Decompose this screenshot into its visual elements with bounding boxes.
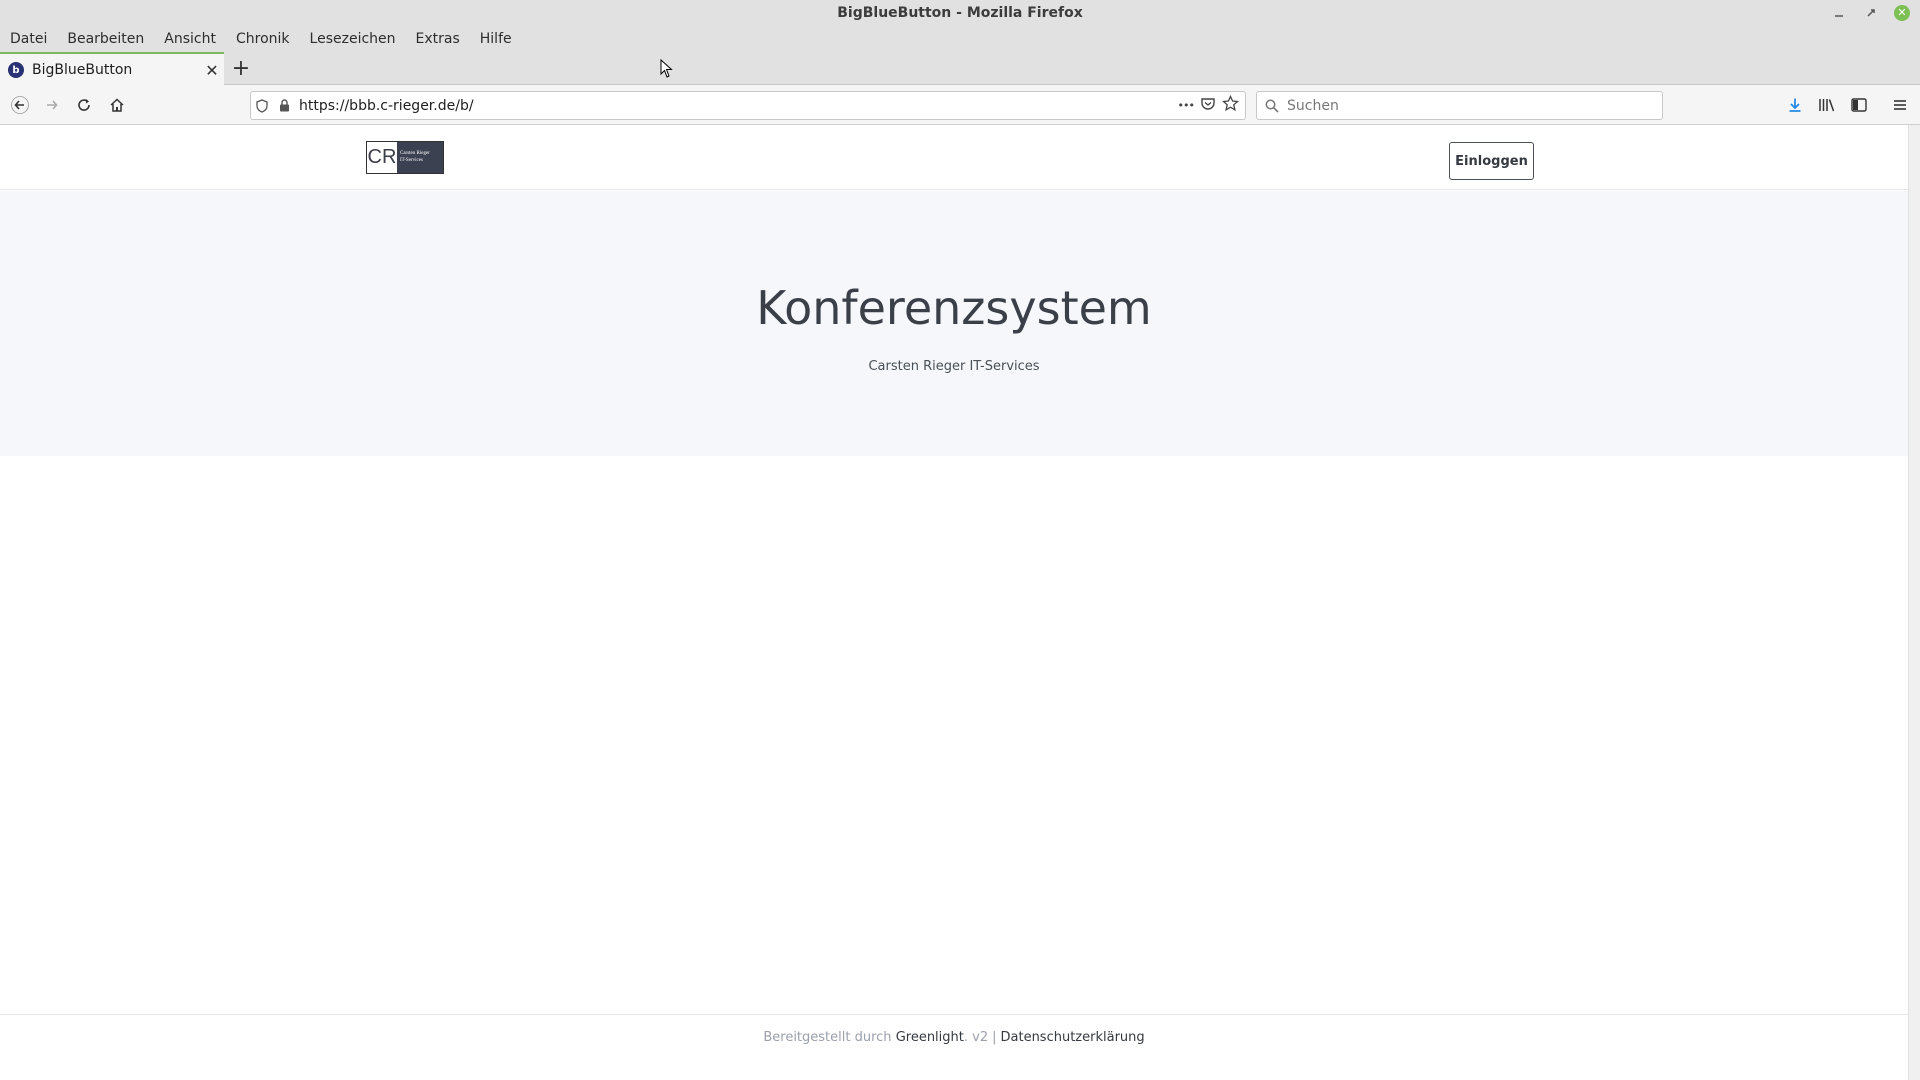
window-title: BigBlueButton - Mozilla Firefox [837, 4, 1083, 21]
download-arrow-icon [1789, 98, 1801, 112]
reload-icon [78, 99, 90, 111]
menu-hilfe[interactable]: Hilfe [470, 31, 522, 47]
site-footer: Bereitgestellt durch Greenlight. v2 | Date… [0, 1014, 1908, 1080]
footer-provided-by: Bereitgestellt durch [763, 1030, 892, 1045]
url-text[interactable]: https://bbb.c-rieger.de/b/ [295, 98, 1178, 114]
tab-title: BigBlueButton [32, 62, 133, 78]
window-controls: ✕ [1830, 0, 1910, 25]
library-icon [1819, 99, 1835, 112]
site-logo[interactable]: CR Carsten Rieger IT-Services [366, 141, 444, 174]
library-button[interactable] [1813, 91, 1841, 119]
page-scrollbar[interactable] [1908, 125, 1920, 1080]
hero-section: Konferenzsystem Carsten Rieger IT-Servic… [0, 191, 1908, 456]
bigbluebutton-favicon-icon: b [8, 62, 24, 78]
menubar: Datei Bearbeiten Ansicht Chronik Lesezei… [0, 25, 1920, 52]
page-title: Konferenzsystem [756, 281, 1152, 335]
menu-lesezeichen[interactable]: Lesezeichen [300, 31, 406, 47]
back-arrow-icon [11, 96, 29, 114]
logo-subtitle: Carsten Rieger IT-Services [397, 142, 443, 173]
tracking-shield-icon[interactable] [251, 98, 273, 113]
url-actions: ••• [1178, 94, 1245, 116]
footer-divider: | [992, 1030, 997, 1045]
window-titlebar: BigBlueButton - Mozilla Firefox ✕ [0, 0, 1920, 25]
minimize-icon[interactable] [1830, 4, 1848, 22]
search-placeholder: Suchen [1287, 97, 1339, 114]
tab-close-icon[interactable]: ✕ [200, 61, 224, 80]
menu-extras[interactable]: Extras [406, 31, 470, 47]
login-button[interactable]: Einloggen [1449, 142, 1534, 180]
web-page: CR Carsten Rieger IT-Services Einloggen … [0, 125, 1908, 1080]
restore-icon[interactable] [1862, 4, 1880, 22]
menu-ansicht[interactable]: Ansicht [154, 31, 226, 47]
close-window-icon[interactable]: ✕ [1894, 4, 1910, 21]
privacy-link[interactable]: Datenschutzerklärung [1001, 1030, 1145, 1045]
search-bar[interactable]: Suchen [1256, 91, 1663, 120]
menu-datei[interactable]: Datei [10, 31, 57, 47]
forward-button[interactable] [38, 91, 66, 119]
home-icon [110, 98, 124, 112]
app-menu-button[interactable] [1886, 91, 1914, 119]
menu-chronik[interactable]: Chronik [226, 31, 300, 47]
sidebar-icon [1851, 98, 1867, 112]
new-tab-button[interactable]: + [228, 52, 254, 85]
page-subtitle: Carsten Rieger IT-Services [868, 359, 1040, 374]
search-icon [1265, 99, 1279, 113]
logo-line-1: Carsten Rieger [400, 151, 430, 156]
downloads-button[interactable] [1781, 91, 1809, 119]
page-actions-icon[interactable]: ••• [1178, 99, 1195, 112]
back-button[interactable] [6, 91, 34, 119]
pocket-icon[interactable] [1200, 96, 1216, 116]
forward-arrow-icon [47, 100, 58, 110]
bookmark-star-icon[interactable] [1221, 94, 1240, 116]
reload-button[interactable] [70, 91, 98, 119]
greenlight-link[interactable]: Greenlight [896, 1030, 964, 1045]
url-bar[interactable]: https://bbb.c-rieger.de/b/ ••• [250, 91, 1246, 120]
footer-version: . v2 [963, 1030, 989, 1045]
tabbar: b BigBlueButton ✕ + [0, 52, 1920, 86]
lock-icon[interactable] [273, 99, 295, 112]
hamburger-menu-icon [1894, 100, 1906, 110]
menu-bearbeiten[interactable]: Bearbeiten [57, 31, 154, 47]
logo-initials: CR [367, 146, 397, 168]
sidebar-toggle-button[interactable] [1845, 91, 1873, 119]
navigation-toolbar: https://bbb.c-rieger.de/b/ ••• Suchen [0, 85, 1920, 125]
mouse-cursor-icon [660, 59, 673, 78]
tab-bigbluebutton[interactable]: b BigBlueButton ✕ [0, 52, 224, 86]
site-header: CR Carsten Rieger IT-Services Einloggen [0, 125, 1908, 190]
logo-line-2: IT-Services [400, 158, 423, 163]
home-button[interactable] [103, 91, 131, 119]
